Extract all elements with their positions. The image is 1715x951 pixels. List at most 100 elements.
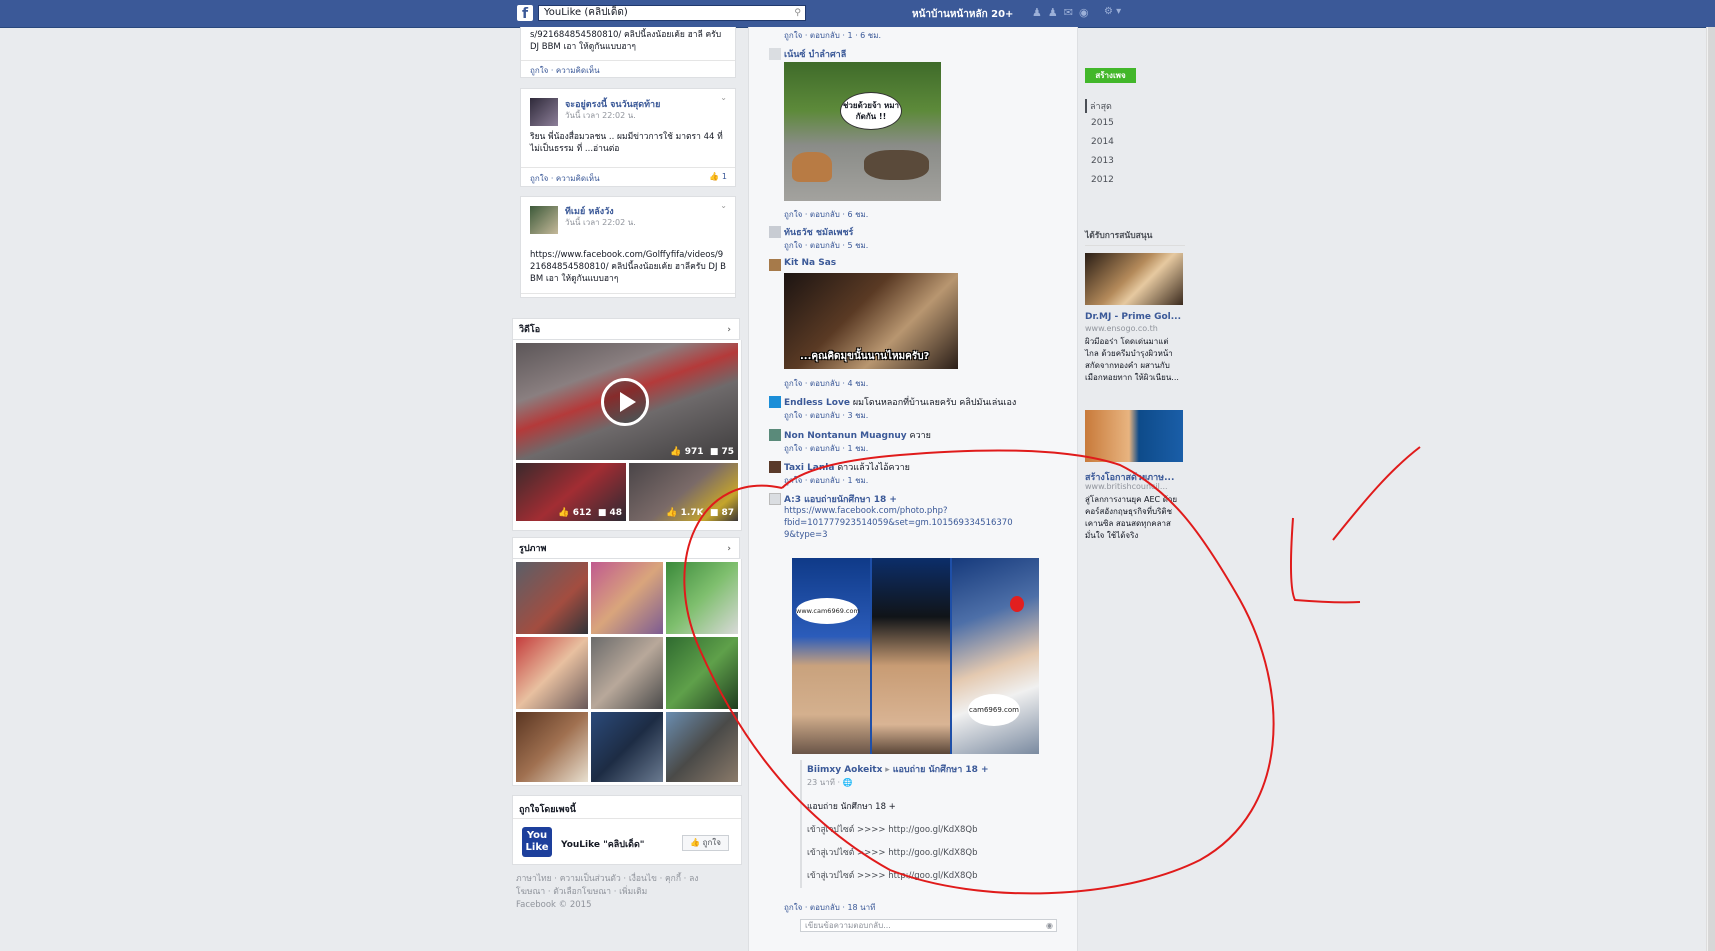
comment-author[interactable]: เน้นซ์ บำลำศาลี [784, 50, 846, 60]
comment-author[interactable]: Taxi Lanla [784, 463, 834, 473]
like-button-label: ถูกใจ [702, 838, 721, 847]
avatar[interactable] [769, 259, 781, 271]
comment-author[interactable]: ทันธวัช ชมัลเพชร์ [784, 228, 853, 238]
post-time[interactable]: วันนี้ เวลา 22:02 น. [565, 109, 636, 122]
comment-actions[interactable]: ถูกใจ · ตอบกลับ · 18 นาที [784, 901, 875, 914]
avatar[interactable] [530, 98, 558, 126]
footer-line[interactable]: ภาษาไทย · ความเป็นส่วนตัว · เงื่อนไข · ค… [516, 873, 740, 886]
youlike-logo-icon[interactable]: You Like [522, 827, 552, 857]
chevron-down-icon[interactable]: ⌄ [720, 93, 727, 102]
facebook-logo-icon[interactable]: f [517, 5, 533, 22]
comment-author[interactable]: A:3 แอบถ่ายนักศึกษา 18 + [784, 495, 897, 505]
comment-actions[interactable]: ถูกใจ · ตอบกลับ · 3 ชม. [784, 409, 868, 422]
videos-title: วิดีโอ [519, 325, 541, 335]
avatar[interactable] [769, 48, 781, 60]
like-page-button[interactable]: 👍 ถูกใจ [682, 835, 729, 851]
video-thumbnail[interactable]: 👍 612 ■ 48 [516, 463, 626, 521]
share-link[interactable]: เข้าสู่เวปไซต์ >>>> http://goo.gl/KdX8Qb [807, 868, 978, 882]
post-time[interactable]: วันนี้ เวลา 22:02 น. [565, 216, 636, 229]
friends-icon[interactable]: ♟♟ [1032, 6, 1064, 19]
avatar[interactable] [769, 396, 781, 408]
share-target-group[interactable]: แอบถ่าย นักศึกษา 18 + [893, 765, 989, 775]
search-value: YouLike (คลิปเด็ด) [544, 7, 628, 18]
settings-dropdown[interactable]: ⚙ ▾ [1104, 6, 1121, 17]
profile-link[interactable]: หน้าบ้านหน้าหลัก 20+ [912, 7, 1013, 22]
comment-item: Non Nontanun Muagnuy ควาย [769, 428, 931, 442]
search-input[interactable]: YouLike (คลิปเด็ด) ⚲ [538, 5, 806, 21]
comment-author[interactable]: Endless Love [784, 398, 850, 408]
page-scrollbar[interactable] [1706, 27, 1715, 951]
comment-photo-shared[interactable]: www.cam6969.com cam6969.com [792, 558, 1039, 754]
videos-section-header[interactable]: วิดีโอ › [512, 318, 740, 340]
annotation-arrow-shaft [1332, 446, 1421, 541]
avatar[interactable] [530, 206, 558, 234]
ad-url[interactable]: www.britishcouncil... [1085, 482, 1168, 491]
post-actions[interactable]: ถูกใจ · ความคิดเห็น [530, 172, 600, 185]
like-count[interactable]: 👍 1 [709, 172, 727, 181]
comment-photo-dogs[interactable]: ช่วยด้วยจ้า หมากัดกัน !! [784, 62, 941, 201]
sponsored-label: ได้รับการสนับสนุน [1085, 231, 1153, 241]
camera-icon[interactable]: ◉ [1046, 920, 1053, 931]
comment-actions[interactable]: ถูกใจ · ตอบกลับ · 1 ชม. [784, 474, 868, 487]
liked-pages-title: ถูกใจโดยเพจนี้ [519, 805, 576, 815]
share-link[interactable]: เข้าสู่เวปไซต์ >>>> http://goo.gl/KdX8Qb [807, 845, 978, 859]
comment-photo-meme[interactable]: ...คุณคิดมุขนั้นนานไหมครับ? [784, 273, 958, 369]
video-stats: 👍 1.7K ■ 87 [666, 508, 734, 518]
share-time[interactable]: 23 นาที · 🌐 [807, 776, 853, 789]
globe-icon[interactable]: ◉ [1079, 6, 1095, 19]
photo-thumbnail[interactable] [666, 562, 738, 634]
year-2014[interactable]: 2014 [1091, 137, 1114, 147]
year-2013[interactable]: 2013 [1091, 156, 1114, 166]
ad-image-cream[interactable] [1085, 253, 1183, 305]
comment-actions[interactable]: ถูกใจ · ตอบกลับ · 6 ชม. [784, 208, 868, 221]
comment-item: Taxi Lanla ดาวแล้วไงไอ้ควาย [769, 460, 910, 474]
play-icon[interactable] [601, 378, 649, 426]
share-author[interactable]: Biimxy Aokeitx [807, 765, 882, 775]
comment-author[interactable]: Kit Na Sas [784, 258, 836, 268]
year-2015[interactable]: 2015 [1091, 118, 1114, 128]
comment-link[interactable]: https://www.facebook.com/photo.php? fbid… [784, 505, 1013, 541]
link-line[interactable]: fbid=101777923514059&set=gm.101569334516… [784, 517, 1013, 529]
avatar[interactable] [769, 429, 781, 441]
search-icon[interactable]: ⚲ [794, 6, 801, 20]
ad-url[interactable]: www.ensogo.co.th [1085, 324, 1158, 333]
footer-line[interactable]: โฆษณา · ตัวเลือกโฆษณา · เพิ่มเติม [516, 886, 740, 899]
create-page-button[interactable]: สร้างเพจ [1085, 68, 1136, 83]
avatar[interactable] [769, 226, 781, 238]
comment-actions[interactable]: ถูกใจ · ตอบกลับ · 5 ชม. [784, 239, 868, 252]
video-thumbnail[interactable]: 👍 1.7K ■ 87 [629, 463, 738, 521]
photo-thumbnail[interactable] [516, 562, 588, 634]
avatar[interactable] [769, 461, 781, 473]
photo-thumbnail[interactable] [666, 712, 738, 782]
photo-thumbnail[interactable] [516, 712, 588, 782]
watermark-text: cam6969.com [969, 706, 1019, 714]
comment-actions[interactable]: ถูกใจ · ตอบกลับ · 1 · 6 ชม. [784, 29, 881, 42]
comment-author[interactable]: Non Nontanun Muagnuy [784, 431, 907, 441]
photo-thumbnail[interactable] [666, 637, 738, 709]
year-latest[interactable]: ล่าสุด [1085, 99, 1112, 113]
ad-image-council[interactable] [1085, 410, 1183, 462]
chevron-down-icon[interactable]: ⌄ [720, 201, 727, 210]
photo-thumbnail[interactable] [591, 562, 663, 634]
photos-section-header[interactable]: รูปภาพ › [512, 537, 740, 559]
year-2012[interactable]: 2012 [1091, 175, 1114, 185]
liked-page-name[interactable]: YouLike "คลิปเด็ด" [561, 837, 644, 851]
chevron-right-icon[interactable]: › [727, 538, 731, 560]
avatar[interactable] [769, 493, 781, 505]
link-line[interactable]: 9&type=3 [784, 529, 1013, 541]
reply-input[interactable]: เขียนข้อความตอบกลับ... ◉ [800, 919, 1057, 932]
video-thumbnail-main[interactable]: 👍 971 ■ 75 [516, 343, 738, 460]
photo-thumbnail[interactable] [591, 637, 663, 709]
photo-thumbnail[interactable] [591, 712, 663, 782]
post-actions[interactable]: ถูกใจ · ความคิดเห็น [530, 64, 600, 77]
chevron-right-icon[interactable]: › [727, 319, 731, 341]
scrollbar-thumb[interactable] [1708, 27, 1715, 951]
ad-title[interactable]: Dr.MJ - Prime Gol... [1085, 312, 1181, 322]
comment-actions[interactable]: ถูกใจ · ตอบกลับ · 1 ชม. [784, 442, 868, 455]
link-line[interactable]: https://www.facebook.com/photo.php? [784, 505, 1013, 517]
share-link[interactable]: เข้าสู่เวปไซต์ >>>> http://goo.gl/KdX8Qb [807, 822, 978, 836]
messages-icon[interactable]: ✉ [1064, 6, 1079, 19]
watermark-bubble: cam6969.com [968, 694, 1020, 726]
photo-thumbnail[interactable] [516, 637, 588, 709]
comment-actions[interactable]: ถูกใจ · ตอบกลับ · 4 ชม. [784, 377, 868, 390]
